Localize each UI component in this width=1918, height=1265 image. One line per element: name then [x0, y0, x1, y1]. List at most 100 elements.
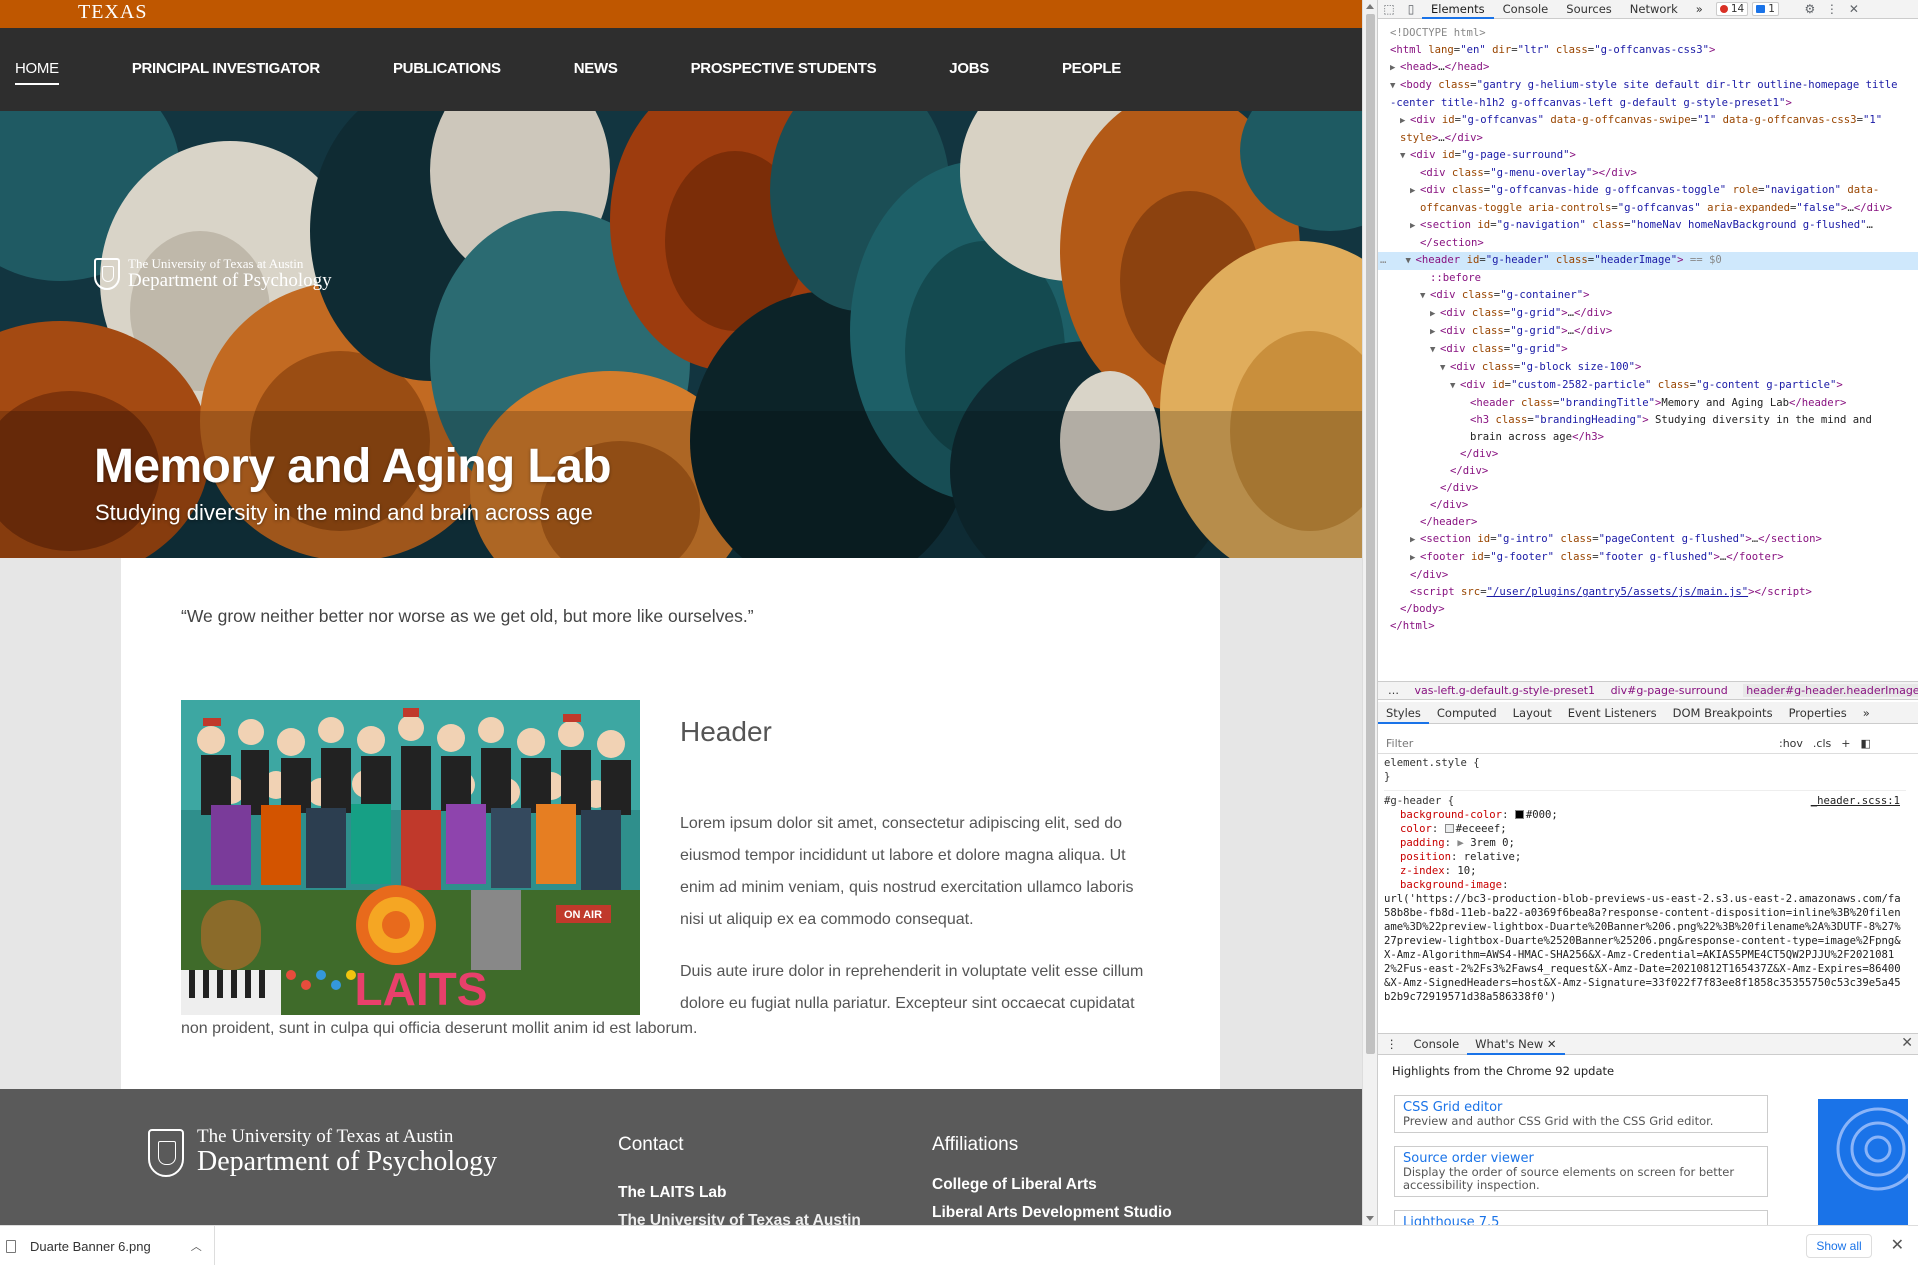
dom-line[interactable]: ▼ <div id="g-page-surround">: [1378, 147, 1918, 165]
tab-layout[interactable]: Layout: [1505, 702, 1560, 724]
nav-principal-investigator[interactable]: PRINCIPAL INVESTIGATOR: [132, 60, 320, 85]
rule-source-link[interactable]: _header.scss:1: [1811, 794, 1900, 808]
dom-line[interactable]: style>…</div>: [1378, 130, 1918, 147]
nav-prospective-students[interactable]: PROSPECTIVE STUDENTS: [691, 60, 877, 85]
tab-dom-breakpoints[interactable]: DOM Breakpoints: [1665, 702, 1781, 724]
drawer-tab-whats-new[interactable]: What's New ✕: [1467, 1034, 1565, 1055]
dom-line[interactable]: <script src="/user/plugins/gantry5/asset…: [1378, 584, 1918, 601]
drawer-menu-icon[interactable]: ⋮: [1378, 1034, 1406, 1055]
card-title[interactable]: CSS Grid editor: [1403, 1100, 1759, 1115]
close-tab-icon[interactable]: ✕: [1547, 1037, 1557, 1051]
dom-line[interactable]: </header>: [1378, 514, 1918, 531]
dom-line[interactable]: ▶ <footer id="g-footer" class="footer g-f…: [1378, 549, 1918, 567]
color-swatch-icon[interactable]: [1444, 824, 1454, 833]
scroll-up-arrow-icon[interactable]: [1366, 4, 1374, 9]
close-icon[interactable]: ✕: [1843, 0, 1865, 19]
close-drawer-icon[interactable]: ✕: [1901, 1035, 1913, 1051]
prop-z-index[interactable]: z-index: 10;: [1384, 864, 1906, 878]
tab-sources[interactable]: Sources: [1557, 0, 1621, 19]
dom-line-selected[interactable]: … ▼ <header id="g-header" class="headerIm…: [1378, 252, 1918, 270]
dom-line[interactable]: <html lang="en" dir="ltr" class="g-offca…: [1378, 42, 1918, 59]
prop-background-image[interactable]: background-image:: [1384, 878, 1906, 892]
breadcrumb-body[interactable]: vas-left.g-default.g-style-preset1: [1415, 684, 1596, 697]
nav-jobs[interactable]: JOBS: [949, 60, 989, 85]
cls-toggle[interactable]: .cls: [1813, 737, 1831, 750]
dom-line[interactable]: </div>: [1378, 480, 1918, 497]
nav-people[interactable]: PEOPLE: [1062, 60, 1121, 85]
element-style-rule[interactable]: element.style {: [1384, 756, 1906, 770]
chevron-up-icon[interactable]: ︿: [191, 1238, 202, 1254]
dom-line[interactable]: ▶ <div class="g-grid">…</div>: [1378, 305, 1918, 323]
hero-ut-psychology-logo[interactable]: The University of Texas at Austin Depart…: [94, 257, 332, 291]
download-file-name[interactable]: Duarte Banner 6.png: [30, 1239, 151, 1254]
add-rule-icon[interactable]: +: [1841, 737, 1850, 750]
styles-filter-input[interactable]: Filter: [1384, 735, 1769, 753]
card-title[interactable]: Source order viewer: [1403, 1151, 1759, 1166]
footer-ut-psychology-logo[interactable]: The University of Texas at Austin Depart…: [148, 1127, 497, 1178]
gear-icon[interactable]: ⚙: [1799, 0, 1821, 19]
dom-line[interactable]: ▼ <div class="g-block size-100">: [1378, 359, 1918, 377]
breadcrumb-page-surround[interactable]: div#g-page-surround: [1611, 684, 1728, 697]
dom-tree[interactable]: <!DOCTYPE html> <html lang="en" dir="ltr…: [1378, 20, 1918, 680]
dom-line[interactable]: ▶ <div class="g-grid">…</div>: [1378, 323, 1918, 341]
close-download-bar-icon[interactable]: ✕: [1891, 1235, 1904, 1255]
card-source-order-viewer[interactable]: Source order viewer Display the order of…: [1394, 1146, 1768, 1197]
footer-affil-liberal-arts[interactable]: College of Liberal Arts: [932, 1176, 1172, 1194]
dom-line[interactable]: ▼ <body class="gantry g-helium-style site…: [1378, 77, 1918, 95]
tab-event-listeners[interactable]: Event Listeners: [1560, 702, 1665, 724]
dom-line[interactable]: ▶ <section id="g-navigation" class="homeN…: [1378, 217, 1918, 235]
breadcrumb-more[interactable]: …: [1388, 684, 1399, 697]
kebab-menu-icon[interactable]: ⋮: [1821, 0, 1843, 19]
more-subtabs-icon[interactable]: »: [1855, 702, 1878, 724]
dom-line[interactable]: <!DOCTYPE html>: [1378, 25, 1918, 42]
tab-styles[interactable]: Styles: [1378, 702, 1429, 724]
card-lighthouse[interactable]: Lighthouse 7.5: [1394, 1210, 1768, 1225]
drawer-tab-console[interactable]: Console: [1406, 1034, 1468, 1055]
error-badge[interactable]: 14: [1715, 2, 1749, 16]
dom-line[interactable]: </body>: [1378, 601, 1918, 618]
toggle-sidebar-icon[interactable]: ◧: [1860, 737, 1870, 750]
dom-line[interactable]: brain across age</h3>: [1378, 429, 1918, 446]
download-item[interactable]: Duarte Banner 6.png ︿: [0, 1226, 215, 1265]
footer-affil-dev-studio[interactable]: Liberal Arts Development Studio: [932, 1204, 1172, 1222]
dom-line[interactable]: offcanvas-toggle aria-controls="g-offcan…: [1378, 200, 1918, 217]
message-badge[interactable]: 1: [1752, 2, 1779, 16]
dom-line[interactable]: </section>: [1378, 235, 1918, 252]
dom-line[interactable]: ▶ <head>…</head>: [1378, 59, 1918, 77]
dom-line[interactable]: ▶ <section id="g-intro" class="pageConten…: [1378, 531, 1918, 549]
dom-line[interactable]: </div>: [1378, 446, 1918, 463]
background-image-url[interactable]: url('https://bc3-production-blob-preview…: [1384, 892, 1906, 1004]
texas-logo[interactable]: TEXAS: [78, 1, 147, 24]
dom-line[interactable]: ::before: [1378, 270, 1918, 287]
tab-computed[interactable]: Computed: [1429, 702, 1505, 724]
inspect-element-icon[interactable]: ⬚: [1378, 0, 1400, 19]
dom-line[interactable]: ▼ <div class="g-container">: [1378, 287, 1918, 305]
dom-line[interactable]: </html>: [1378, 618, 1918, 635]
dom-line[interactable]: </div>: [1378, 463, 1918, 480]
dom-line[interactable]: </div>: [1378, 567, 1918, 584]
card-css-grid-editor[interactable]: CSS Grid editor Preview and author CSS G…: [1394, 1095, 1768, 1133]
tab-properties[interactable]: Properties: [1781, 702, 1855, 724]
tab-console[interactable]: Console: [1494, 0, 1558, 19]
styles-pane[interactable]: element.style { } #g-header { _header.sc…: [1378, 756, 1906, 1022]
hov-toggle[interactable]: :hov: [1779, 737, 1803, 750]
device-toolbar-icon[interactable]: ▯: [1400, 0, 1422, 19]
dom-line[interactable]: <div class="g-menu-overlay"></div>: [1378, 165, 1918, 182]
rule-selector[interactable]: #g-header {: [1384, 795, 1454, 807]
nav-publications[interactable]: PUBLICATIONS: [393, 60, 501, 85]
g-header-rule[interactable]: #g-header { _header.scss:1: [1384, 794, 1906, 808]
dom-line[interactable]: ▼ <div class="g-grid">: [1378, 341, 1918, 359]
color-swatch-icon[interactable]: [1514, 810, 1524, 819]
expand-triangle-icon[interactable]: ▶: [1457, 837, 1463, 849]
show-all-button[interactable]: Show all: [1806, 1234, 1872, 1258]
nav-home[interactable]: HOME: [15, 60, 59, 85]
tab-network[interactable]: Network: [1621, 0, 1687, 19]
nav-news[interactable]: NEWS: [574, 60, 618, 85]
dom-line[interactable]: </div>: [1378, 497, 1918, 514]
prop-padding[interactable]: padding: ▶ 3rem 0;: [1384, 836, 1906, 850]
card-title[interactable]: Lighthouse 7.5: [1403, 1215, 1759, 1225]
tab-elements[interactable]: Elements: [1422, 0, 1494, 19]
dom-line[interactable]: <h3 class="brandingHeading"> Studying di…: [1378, 412, 1918, 429]
dom-line[interactable]: ▶ <div id="g-offcanvas" data-g-offcanvas-…: [1378, 112, 1918, 130]
scroll-down-arrow-icon[interactable]: [1366, 1216, 1374, 1221]
